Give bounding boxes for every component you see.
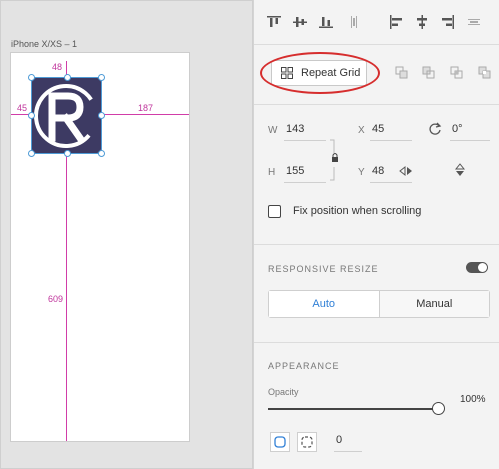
left-distance-label: 45: [17, 103, 28, 113]
rotate-icon: [429, 122, 442, 135]
property-inspector: Repeat Grid W 143 H 155 X 45 Y 48 0° Fix…: [253, 0, 499, 469]
responsive-resize-toggle[interactable]: [466, 262, 488, 273]
align-vertical-center-icon[interactable]: [292, 14, 308, 30]
r-logo-icon: [34, 84, 98, 148]
align-toolbar: [254, 8, 499, 38]
right-distance-label: 187: [138, 103, 154, 113]
selected-logo[interactable]: [28, 74, 105, 157]
top-distance-label: 48: [52, 62, 63, 72]
lock-aspect-icon[interactable]: [328, 137, 342, 183]
individual-corners-button[interactable]: [297, 432, 317, 452]
resize-handle[interactable]: [64, 150, 71, 157]
rounded-square-icon: [274, 436, 286, 448]
x-label: X: [358, 125, 365, 136]
appearance-title: APPEARANCE: [268, 361, 340, 371]
y-underline: [370, 182, 412, 183]
divider: [254, 104, 499, 105]
height-underline: [284, 182, 326, 183]
corner-radius-underline: [334, 451, 362, 452]
opacity-value[interactable]: 100%: [460, 394, 486, 405]
x-field[interactable]: 45: [372, 123, 384, 135]
divider: [254, 44, 499, 45]
height-field[interactable]: 155: [286, 165, 304, 177]
intersect-icon[interactable]: [450, 66, 463, 79]
rotation-underline: [450, 140, 490, 141]
divider: [254, 342, 499, 343]
width-field[interactable]: 143: [286, 123, 304, 135]
x-underline: [370, 140, 412, 141]
resize-handle[interactable]: [98, 112, 105, 119]
vertical-guide: [66, 151, 67, 441]
y-field[interactable]: 48: [372, 165, 384, 177]
highlight-circle: [260, 52, 380, 94]
artboard-title[interactable]: iPhone X/XS – 1: [11, 39, 77, 49]
corner-dashed-icon: [301, 436, 313, 448]
opacity-slider-knob[interactable]: [432, 402, 445, 415]
design-canvas[interactable]: iPhone X/XS – 1 48 45 187 609: [0, 0, 253, 469]
height-label: H: [268, 167, 276, 178]
rotation-field[interactable]: 0°: [452, 123, 463, 135]
fix-position-label: Fix position when scrolling: [293, 205, 422, 217]
width-label: W: [268, 125, 278, 136]
flip-vertical-icon[interactable]: [454, 163, 466, 177]
logo-image[interactable]: [32, 78, 101, 153]
opacity-label: Opacity: [268, 387, 299, 397]
uniform-corners-button[interactable]: [270, 432, 290, 452]
opacity-slider-track[interactable]: [268, 408, 438, 410]
corner-radius-field[interactable]: 0: [336, 434, 342, 446]
align-right-icon[interactable]: [440, 14, 456, 30]
divider: [254, 244, 499, 245]
align-top-icon[interactable]: [266, 14, 282, 30]
resize-handle[interactable]: [28, 150, 35, 157]
responsive-resize-title: RESPONSIVE RESIZE: [268, 264, 379, 274]
auto-button[interactable]: Auto: [269, 291, 380, 317]
y-label: Y: [358, 167, 365, 178]
resize-handle[interactable]: [98, 74, 105, 81]
resize-handle[interactable]: [28, 112, 35, 119]
resize-handle[interactable]: [28, 74, 35, 81]
subtract-icon[interactable]: [422, 66, 435, 79]
resize-mode-selector: Auto Manual: [268, 290, 490, 318]
align-horizontal-center-icon[interactable]: [414, 14, 430, 30]
fix-position-checkbox[interactable]: [268, 205, 281, 218]
distribute-horizontal-icon[interactable]: [466, 14, 482, 30]
flip-horizontal-icon[interactable]: [399, 165, 413, 177]
width-underline: [284, 140, 326, 141]
distribute-vertical-icon[interactable]: [346, 14, 362, 30]
resize-handle[interactable]: [64, 74, 71, 81]
manual-button[interactable]: Manual: [379, 291, 489, 317]
align-bottom-icon[interactable]: [318, 14, 334, 30]
exclude-icon[interactable]: [478, 66, 491, 79]
align-left-icon[interactable]: [388, 14, 404, 30]
add-icon[interactable]: [395, 66, 408, 79]
resize-handle[interactable]: [98, 150, 105, 157]
bottom-distance-label: 609: [48, 294, 64, 304]
toggle-knob: [478, 263, 487, 272]
